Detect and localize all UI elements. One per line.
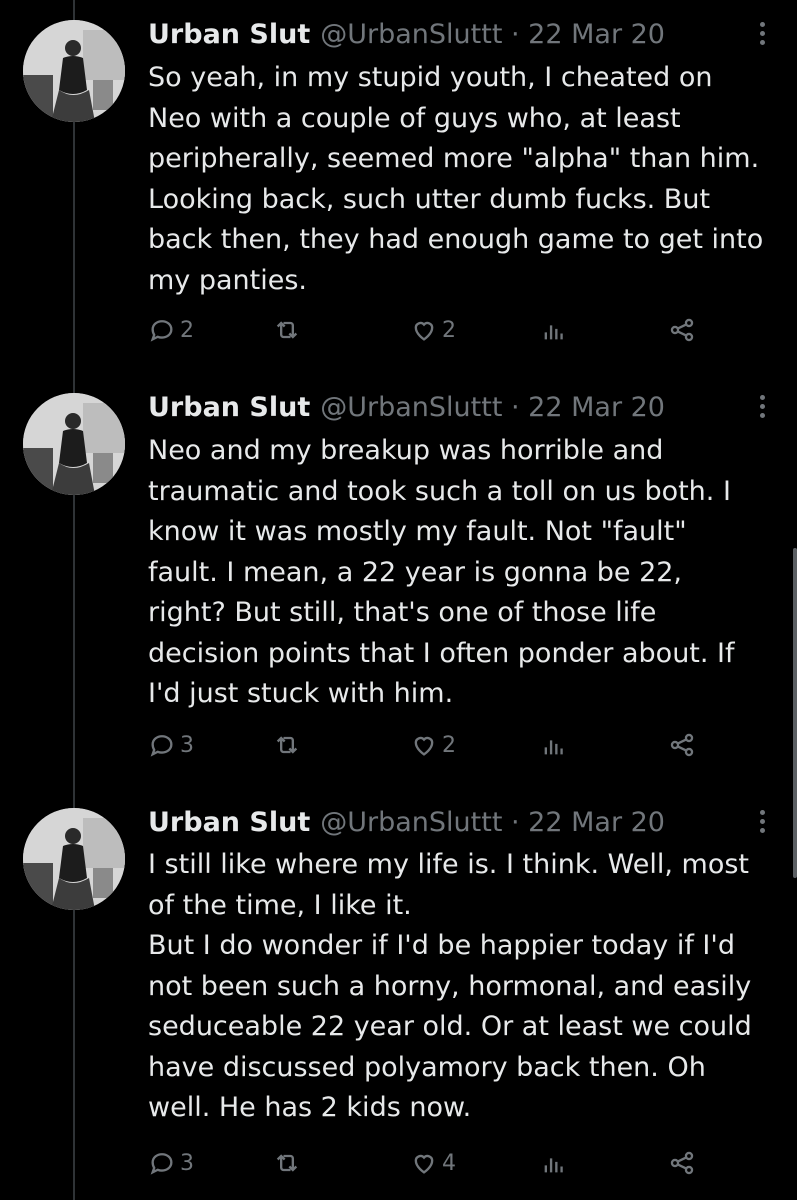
tweet-text-line: Neo with a couple of guys who, at least	[148, 102, 681, 134]
tweet-text-line: decision points that I often ponder abou…	[148, 637, 735, 669]
display-name[interactable]: Urban Slut	[148, 807, 310, 838]
retweet-icon	[276, 1154, 298, 1172]
share-icon	[670, 318, 694, 342]
like-button[interactable]: 2	[410, 727, 456, 763]
reply-button[interactable]: 3	[148, 1145, 194, 1181]
like-count: 2	[442, 732, 456, 758]
heart-icon	[414, 321, 434, 341]
avatar[interactable]	[23, 20, 125, 122]
retweet-icon	[276, 321, 298, 339]
tweet-text-line: So yeah, in my stupid youth, I cheated o…	[148, 62, 713, 93]
share-button[interactable]	[668, 1145, 696, 1181]
reply-icon	[150, 320, 173, 342]
more-icon[interactable]	[757, 18, 767, 52]
tweet-text-line: seduceable 22 year old. Or at least we c…	[148, 1011, 752, 1042]
reply-button[interactable]: 2	[148, 312, 194, 348]
reply-icon	[150, 1153, 173, 1175]
share-icon	[670, 1151, 694, 1175]
retweet-button[interactable]	[273, 727, 301, 763]
share-icon	[670, 733, 694, 757]
like-button[interactable]: 2	[410, 312, 456, 348]
tweet-header: Urban Slut @UrbanSluttt · 22 Mar 20	[148, 14, 665, 54]
analytics-button[interactable]	[540, 727, 568, 763]
tweet-text-line: Looking back, such utter dumb fucks. But	[148, 183, 711, 215]
like-count: 4	[442, 1150, 456, 1176]
analytics-button[interactable]	[540, 312, 568, 348]
more-icon[interactable]	[757, 806, 767, 840]
analytics-icon	[544, 325, 563, 340]
thread-connector-line	[73, 0, 75, 1200]
tweet-text-line: I still like where my life is. I think. …	[148, 849, 749, 880]
analytics-button[interactable]	[540, 1145, 568, 1181]
tweet-text-line: I'd just stuck with him.	[148, 678, 454, 709]
reply-count: 3	[180, 732, 194, 758]
reply-button[interactable]: 3	[148, 727, 194, 763]
tweet-text-line: my panties.	[148, 264, 308, 296]
scrollbar[interactable]	[793, 548, 797, 878]
like-count: 2	[442, 317, 456, 343]
retweet-icon	[276, 736, 298, 754]
display-name[interactable]: Urban Slut	[148, 392, 310, 423]
tweet-header: Urban Slut @UrbanSluttt · 22 Mar 20	[148, 802, 665, 842]
reply-icon	[150, 735, 173, 757]
retweet-button[interactable]	[273, 312, 301, 348]
tweet-text-line: fault. I mean, a 22 year is gonna be 22,	[148, 556, 683, 588]
tweet-actions: 3 2	[148, 727, 708, 763]
analytics-icon	[544, 1158, 563, 1173]
tweet-text-line: back then, they had enough game to get i…	[148, 224, 764, 255]
avatar[interactable]	[23, 393, 125, 495]
avatar[interactable]	[23, 808, 125, 910]
more-icon[interactable]	[757, 391, 767, 425]
retweet-button[interactable]	[273, 1145, 301, 1181]
tweet-text-line: well. He has 2 kids now.	[148, 1092, 472, 1123]
reply-count: 2	[180, 317, 194, 343]
tweet-text-line: have discussed polyamory back then. Oh	[148, 1051, 706, 1083]
like-button[interactable]: 4	[410, 1145, 456, 1181]
tweet-text-line: right? But still, that's one of those li…	[148, 597, 657, 628]
heart-icon	[414, 1154, 434, 1174]
tweet-text: Neo and my breakup was horrible and traum…	[148, 431, 778, 715]
handle-and-date[interactable]: @UrbanSluttt · 22 Mar 20	[320, 19, 665, 50]
share-button[interactable]	[668, 312, 696, 348]
analytics-icon	[544, 740, 563, 755]
reply-count: 3	[180, 1150, 194, 1176]
tweet-text-line: peripherally, seemed more "alpha" than h…	[148, 143, 760, 174]
tweet-header: Urban Slut @UrbanSluttt · 22 Mar 20	[148, 387, 665, 427]
heart-icon	[414, 736, 434, 756]
handle-and-date[interactable]: @UrbanSluttt · 22 Mar 20	[320, 392, 665, 423]
display-name[interactable]: Urban Slut	[148, 19, 310, 50]
tweet-text-line: of the time, I like it.	[148, 889, 412, 921]
share-button[interactable]	[668, 727, 696, 763]
tweet-actions: 3 4	[148, 1145, 708, 1181]
tweet-text-line: traumatic and took such a toll on us bot…	[148, 475, 731, 507]
tweet-text-line: But I do wonder if I'd be happier today …	[148, 930, 735, 961]
tweet-text-line: not been such a horny, hormonal, and eas…	[148, 970, 752, 1002]
handle-and-date[interactable]: @UrbanSluttt · 22 Mar 20	[320, 807, 665, 838]
tweet-actions: 2 2	[148, 312, 708, 348]
tweet-text: So yeah, in my stupid youth, I cheated o…	[148, 58, 778, 301]
tweet-text: I still like where my life is. I think. …	[148, 845, 778, 1129]
tweet-text-line: know it was mostly my fault. Not "fault"	[148, 516, 687, 547]
tweet-text-line: Neo and my breakup was horrible and	[148, 435, 664, 466]
